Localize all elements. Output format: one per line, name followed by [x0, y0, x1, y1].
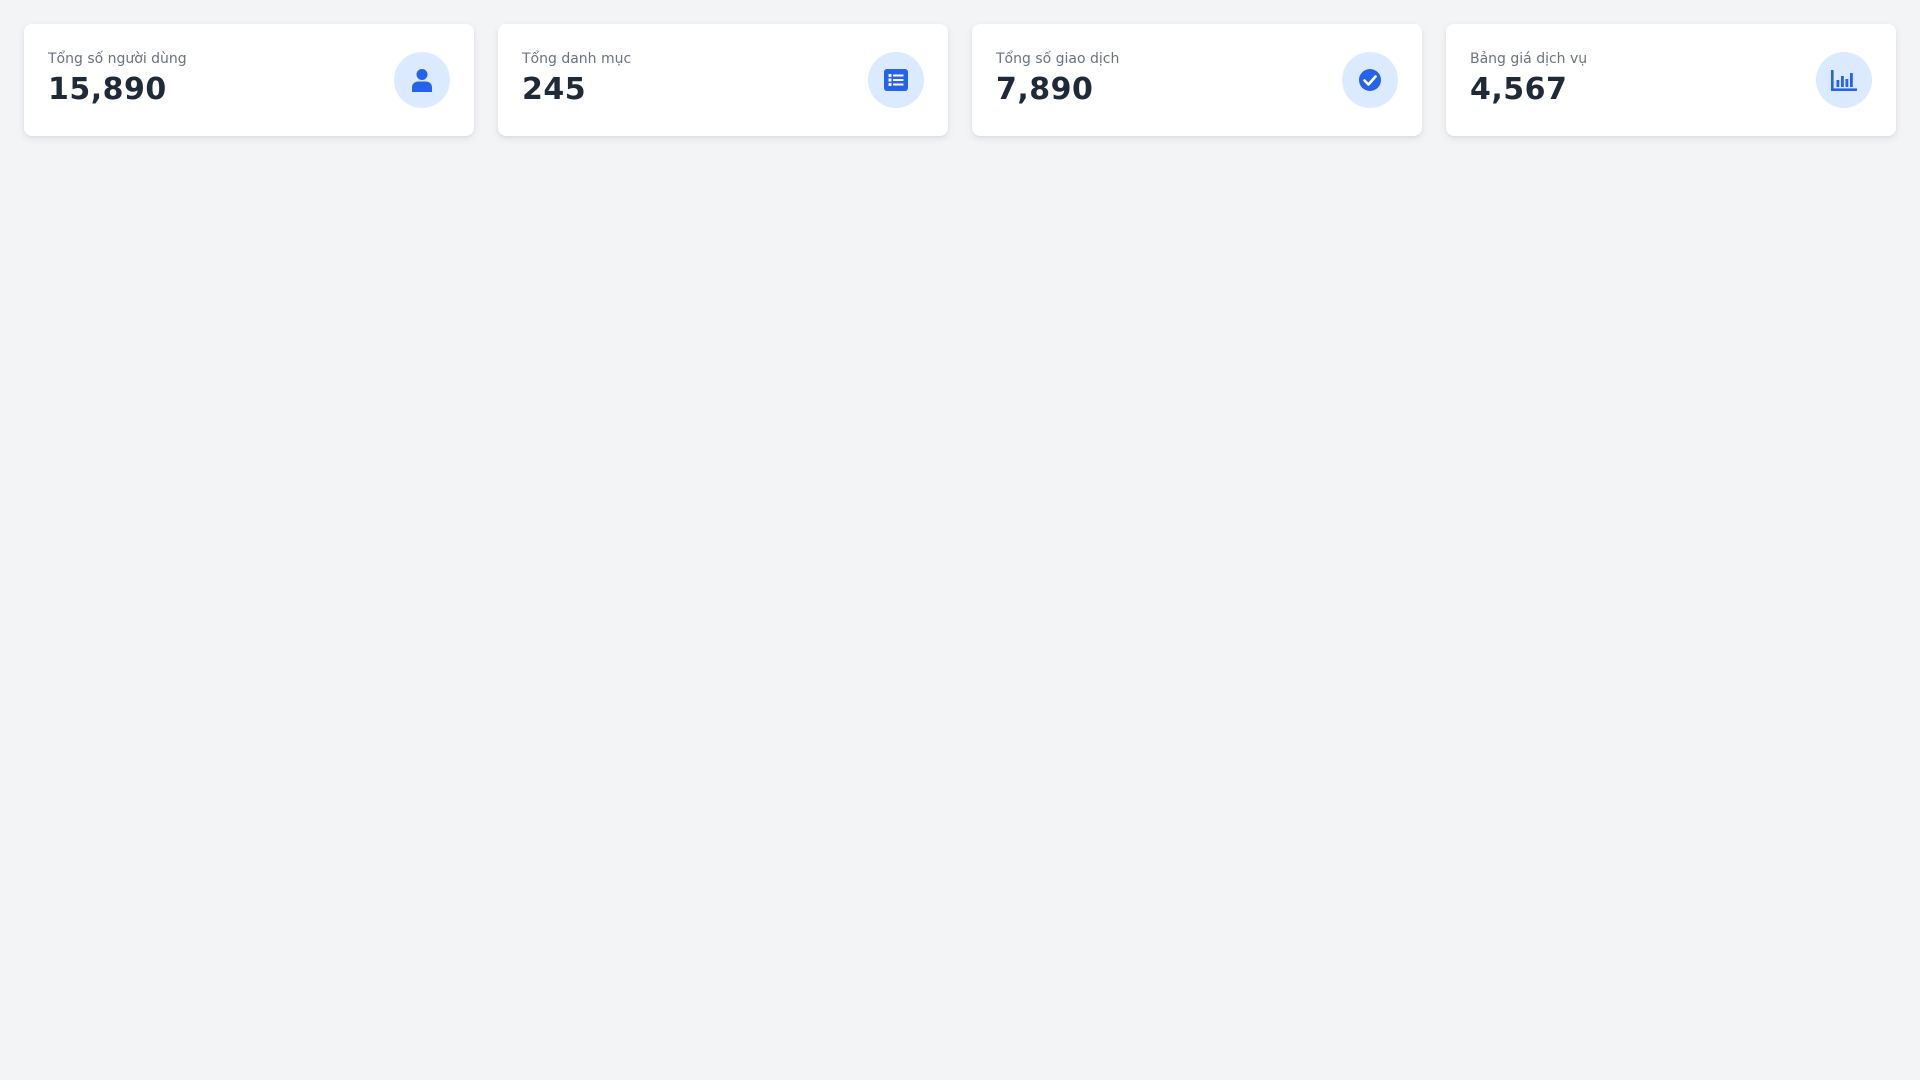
user-icon — [394, 52, 450, 108]
stat-value: 15,890 — [48, 72, 167, 107]
list-icon — [868, 52, 924, 108]
stat-label: Tổng danh mục — [522, 51, 632, 67]
stat-card-total-categories: Tổng danh mục 245 — [498, 24, 948, 136]
stat-label: Tổng số người dùng — [48, 51, 187, 67]
bar-chart-icon — [1816, 52, 1872, 108]
stat-label: Bảng giá dịch vụ — [1470, 51, 1588, 67]
stat-card-total-transactions: Tổng số giao dịch 7,890 — [972, 24, 1422, 136]
stat-label: Tổng số giao dịch — [996, 51, 1120, 67]
stat-value: 4,567 — [1470, 72, 1568, 107]
stat-card-service-pricing: Bảng giá dịch vụ 4,567 — [1446, 24, 1896, 136]
stat-value: 245 — [522, 72, 587, 107]
stats-row: Tổng số người dùng 15,890 Tổng danh mục … — [24, 24, 1896, 136]
stat-value: 7,890 — [996, 72, 1094, 107]
stat-card-total-users: Tổng số người dùng 15,890 — [24, 24, 474, 136]
check-circle-icon — [1342, 52, 1398, 108]
